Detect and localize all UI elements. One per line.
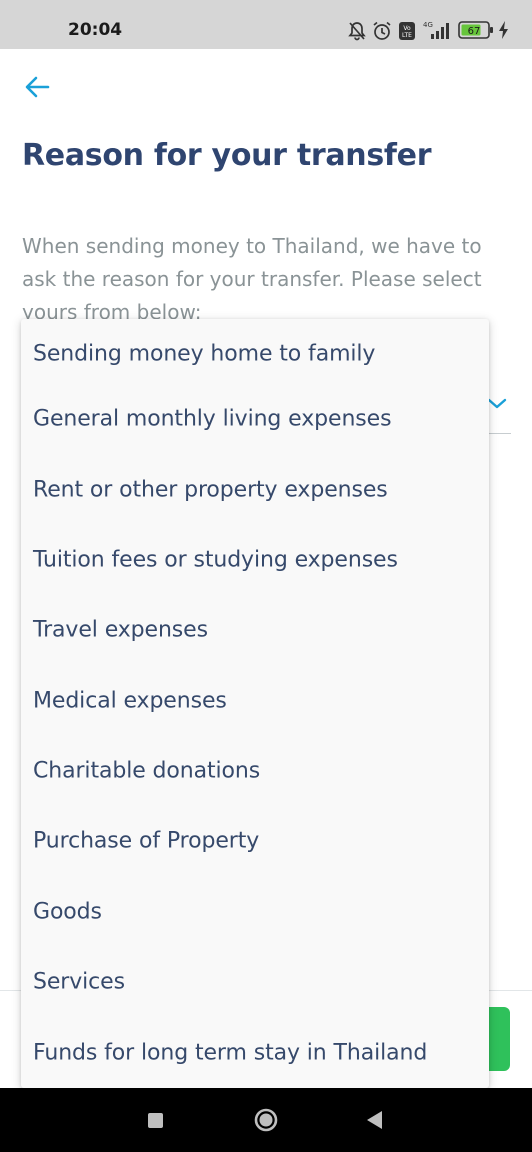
signal-icon: 4G [423, 21, 449, 39]
dropdown-option[interactable]: Charitable donations [21, 736, 489, 806]
dropdown-option[interactable]: Purchase of Property [21, 806, 489, 876]
status-icons: Vo LTE 4G 67 [332, 15, 532, 45]
option-label: Medical expenses [33, 688, 227, 714]
continue-button[interactable] [488, 1007, 510, 1071]
dropdown-option[interactable]: Medical expenses [21, 666, 489, 736]
reason-dropdown-menu: Sending money home to family General mon… [21, 319, 489, 1088]
status-time: 20:04 [68, 20, 123, 40]
option-label: Funds for long term stay in Thailand [33, 1040, 428, 1066]
svg-text:67: 67 [468, 26, 481, 37]
arrow-left-icon [25, 76, 50, 98]
option-label: Purchase of Property [33, 828, 260, 854]
page-title: Reason for your transfer [22, 138, 432, 173]
status-bar: 20:04 Vo LTE 4G 67 [0, 0, 532, 49]
svg-text:4G: 4G [423, 21, 433, 29]
mute-bell-icon [348, 22, 366, 41]
option-label: Sending money home to family [33, 341, 376, 367]
dropdown-option[interactable]: Travel expenses [21, 595, 489, 665]
dropdown-option[interactable]: Sending money home to family [21, 319, 489, 389]
dropdown-option[interactable]: Tuition fees or studying expenses [21, 525, 489, 595]
option-label: Travel expenses [33, 617, 208, 643]
recents-button[interactable] [148, 1113, 163, 1128]
dropdown-option[interactable]: Services [21, 947, 489, 1017]
volte-icon: Vo LTE [399, 22, 415, 40]
home-circle-icon [254, 1108, 278, 1132]
description-text: When sending money to Thailand, we have … [22, 234, 482, 324]
select-underline [488, 433, 511, 434]
dropdown-option[interactable]: Rent or other property expenses [21, 455, 489, 525]
back-nav-button[interactable] [366, 1110, 383, 1130]
option-label: Goods [33, 899, 102, 925]
dropdown-option[interactable]: Goods [21, 877, 489, 947]
battery-icon: 67 [458, 21, 493, 39]
dropdown-option[interactable]: Funds for long term stay in Thailand [21, 1018, 489, 1088]
home-button[interactable] [254, 1108, 278, 1132]
option-label: Charitable donations [33, 758, 261, 784]
svg-text:Vo: Vo [403, 25, 411, 32]
option-label: Rent or other property expenses [33, 477, 388, 503]
svg-text:LTE: LTE [402, 32, 412, 39]
back-button[interactable] [20, 70, 58, 106]
triangle-back-icon [367, 1111, 382, 1129]
option-label: Services [33, 969, 125, 995]
alarm-icon [373, 21, 391, 40]
charging-icon [499, 21, 508, 39]
option-label: Tuition fees or studying expenses [33, 547, 398, 573]
option-label: General monthly living expenses [33, 406, 392, 432]
dropdown-option[interactable]: General monthly living expenses [21, 384, 489, 454]
